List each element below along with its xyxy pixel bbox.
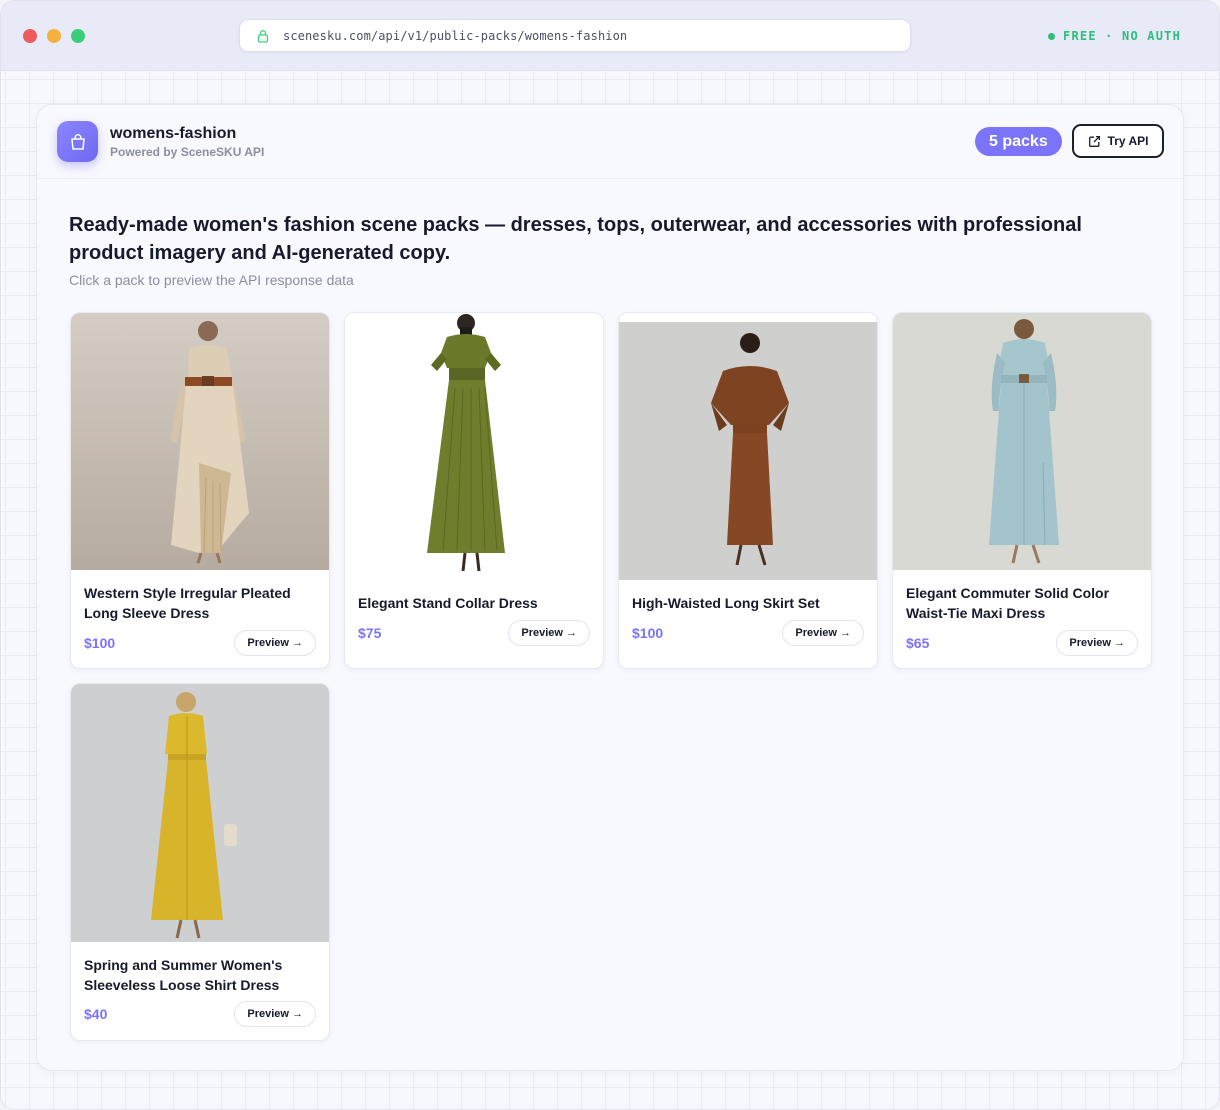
intro-headline: Ready-made women's fashion scene packs —… <box>69 214 1082 264</box>
product-name: Western Style Irregular Pleated Long Sle… <box>84 585 291 621</box>
pack-card[interactable]: Elegant Commuter Solid Color Waist-Tie M… <box>892 312 1152 669</box>
product-price: $100 <box>84 635 116 651</box>
product-price: $100 <box>632 625 664 641</box>
browser-window: scenesku.com/api/v1/public-packs/womens-… <box>0 0 1220 1110</box>
packs-count-badge: 5 packs <box>975 127 1062 156</box>
product-price: $75 <box>358 625 382 641</box>
pack-panel: womens-fashion Powered by SceneSKU API 5… <box>36 104 1184 1071</box>
pack-subtitle: Powered by SceneSKU API <box>110 145 265 159</box>
maximize-window-dot[interactable] <box>71 29 85 43</box>
lock-icon <box>256 29 270 43</box>
status-dot-icon <box>1048 32 1056 40</box>
preview-button[interactable]: Preview → <box>508 620 590 646</box>
product-price: $40 <box>84 1006 108 1022</box>
browser-titlebar: scenesku.com/api/v1/public-packs/womens-… <box>1 1 1219 71</box>
close-window-dot[interactable] <box>23 29 37 43</box>
product-image <box>345 313 603 580</box>
pack-card[interactable]: Elegant Stand Collar Dress $75 Preview → <box>344 312 604 669</box>
pack-panel-header: womens-fashion Powered by SceneSKU API 5… <box>37 105 1183 179</box>
product-price: $65 <box>906 635 930 651</box>
address-bar[interactable]: scenesku.com/api/v1/public-packs/womens-… <box>239 19 911 52</box>
preview-button[interactable]: Preview → <box>234 1001 316 1027</box>
product-image <box>619 313 877 580</box>
external-link-icon <box>1088 135 1101 148</box>
product-name: Elegant Stand Collar Dress <box>358 595 538 611</box>
intro-hint: Click a pack to preview the API response… <box>69 272 354 288</box>
product-image <box>71 313 329 570</box>
preview-button[interactable]: Preview → <box>782 620 864 646</box>
free-no-auth-badge: FREE · NO AUTH <box>1048 29 1181 43</box>
shopping-bag-icon <box>57 121 98 162</box>
product-image <box>71 684 329 942</box>
product-name: High-Waisted Long Skirt Set <box>632 595 820 611</box>
pack-card[interactable]: High-Waisted Long Skirt Set $100 Preview… <box>618 312 878 669</box>
product-name: Elegant Commuter Solid Color Waist-Tie M… <box>906 585 1110 621</box>
minimize-window-dot[interactable] <box>47 29 61 43</box>
pack-card[interactable]: Western Style Irregular Pleated Long Sle… <box>70 312 330 669</box>
preview-button[interactable]: Preview → <box>234 630 316 656</box>
pack-title: womens-fashion <box>110 125 237 142</box>
pack-card[interactable]: Spring and Summer Women's Sleeveless Loo… <box>70 683 330 1041</box>
preview-button[interactable]: Preview → <box>1056 630 1138 656</box>
try-api-label: Try API <box>1107 134 1149 148</box>
try-api-button[interactable]: Try API <box>1072 124 1164 158</box>
address-url[interactable]: scenesku.com/api/v1/public-packs/womens-… <box>283 29 627 43</box>
product-image <box>893 313 1151 570</box>
free-no-auth-label: FREE · NO AUTH <box>1063 29 1181 43</box>
product-name: Spring and Summer Women's Sleeveless Loo… <box>84 957 283 993</box>
